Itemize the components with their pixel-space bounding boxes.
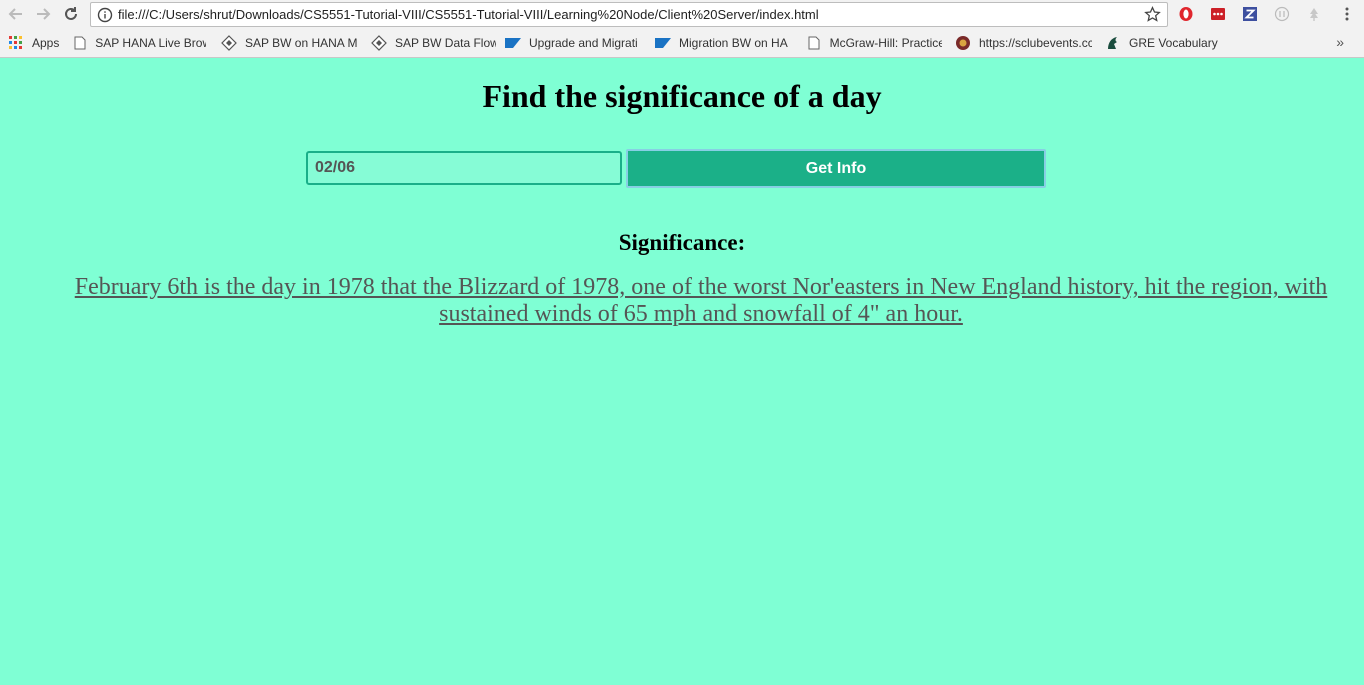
bookmark-star-icon[interactable]	[1144, 6, 1161, 23]
tree-extension-icon[interactable]	[1305, 5, 1323, 23]
club-icon	[955, 35, 971, 51]
forward-button[interactable]	[32, 3, 54, 25]
reload-icon	[65, 7, 77, 20]
lastpass-extension-icon[interactable]	[1209, 5, 1227, 23]
get-info-button[interactable]: Get Info	[626, 149, 1046, 188]
bookmark-sap-hana-live[interactable]: SAP HANA Live Brow	[72, 35, 206, 51]
forward-arrow-icon	[37, 8, 51, 20]
bookmarks-bar: Apps SAP HANA Live Brow SAP BW on HANA M…	[0, 29, 1364, 57]
reload-button[interactable]	[60, 3, 82, 25]
page-icon	[806, 35, 822, 51]
info-icon[interactable]	[97, 7, 113, 23]
zotero-extension-icon[interactable]	[1241, 5, 1259, 23]
opera-extension-icon[interactable]	[1177, 5, 1195, 23]
more-bookmarks-button[interactable]: »	[1336, 34, 1344, 50]
bookmark-sclubevents[interactable]: https://sclubevents.cc	[955, 35, 1092, 51]
bookmark-label: Migration BW on HA	[679, 36, 788, 50]
bookmark-label: https://sclubevents.cc	[979, 36, 1092, 50]
bookmark-gre-vocabulary[interactable]: GRE Vocabulary	[1105, 35, 1218, 51]
browser-toolbar: file:///C:/Users/shrut/Downloads/CS5551-…	[0, 0, 1364, 29]
back-arrow-icon	[8, 8, 22, 20]
clock-extension-icon[interactable]	[1273, 5, 1291, 23]
apps-grid-icon	[8, 35, 24, 51]
date-input[interactable]	[306, 151, 622, 185]
bookmark-sap-bw-data-flow[interactable]: SAP BW Data Flow	[371, 35, 496, 51]
menu-kebab-icon[interactable]	[1338, 5, 1356, 23]
significance-heading: Significance:	[618, 230, 746, 255]
bookmark-label: SAP BW Data Flow	[395, 36, 496, 50]
diamond-icon	[221, 35, 237, 51]
bookmark-mcgraw-hill[interactable]: McGraw-Hill: Practice	[806, 35, 942, 51]
url-text[interactable]: file:///C:/Users/shrut/Downloads/CS5551-…	[118, 7, 819, 22]
bookmark-label: SAP HANA Live Brow	[95, 36, 206, 50]
page-title: Find the significance of a day	[482, 78, 882, 114]
bookmark-label: Apps	[32, 36, 60, 50]
back-button[interactable]	[5, 3, 27, 25]
bookmark-label: McGraw-Hill: Practice	[829, 36, 942, 50]
bookmark-sap-bw-hana[interactable]: SAP BW on HANA Mi	[221, 35, 358, 51]
spartan-icon	[1105, 35, 1121, 51]
bookmark-migration-bw[interactable]: Migration BW on HA	[655, 35, 792, 51]
bookmark-upgrade-migration[interactable]: Upgrade and Migrati	[505, 35, 643, 51]
sap-icon	[505, 35, 521, 51]
significance-text: February 6th is the day in 1978 that the…	[74, 274, 1328, 327]
page-content: Find the significance of a day Get Info …	[0, 58, 1364, 685]
address-bar[interactable]: file:///C:/Users/shrut/Downloads/CS5551-…	[90, 2, 1168, 27]
browser-chrome: file:///C:/Users/shrut/Downloads/CS5551-…	[0, 0, 1364, 58]
bookmark-apps[interactable]: Apps	[8, 35, 59, 51]
sap-icon	[655, 35, 671, 51]
diamond-icon	[371, 35, 387, 51]
bookmark-label: Upgrade and Migrati	[529, 36, 638, 50]
bookmark-label: GRE Vocabulary	[1129, 36, 1218, 50]
page-icon	[72, 35, 87, 51]
bookmark-label: SAP BW on HANA Mi	[245, 36, 358, 50]
